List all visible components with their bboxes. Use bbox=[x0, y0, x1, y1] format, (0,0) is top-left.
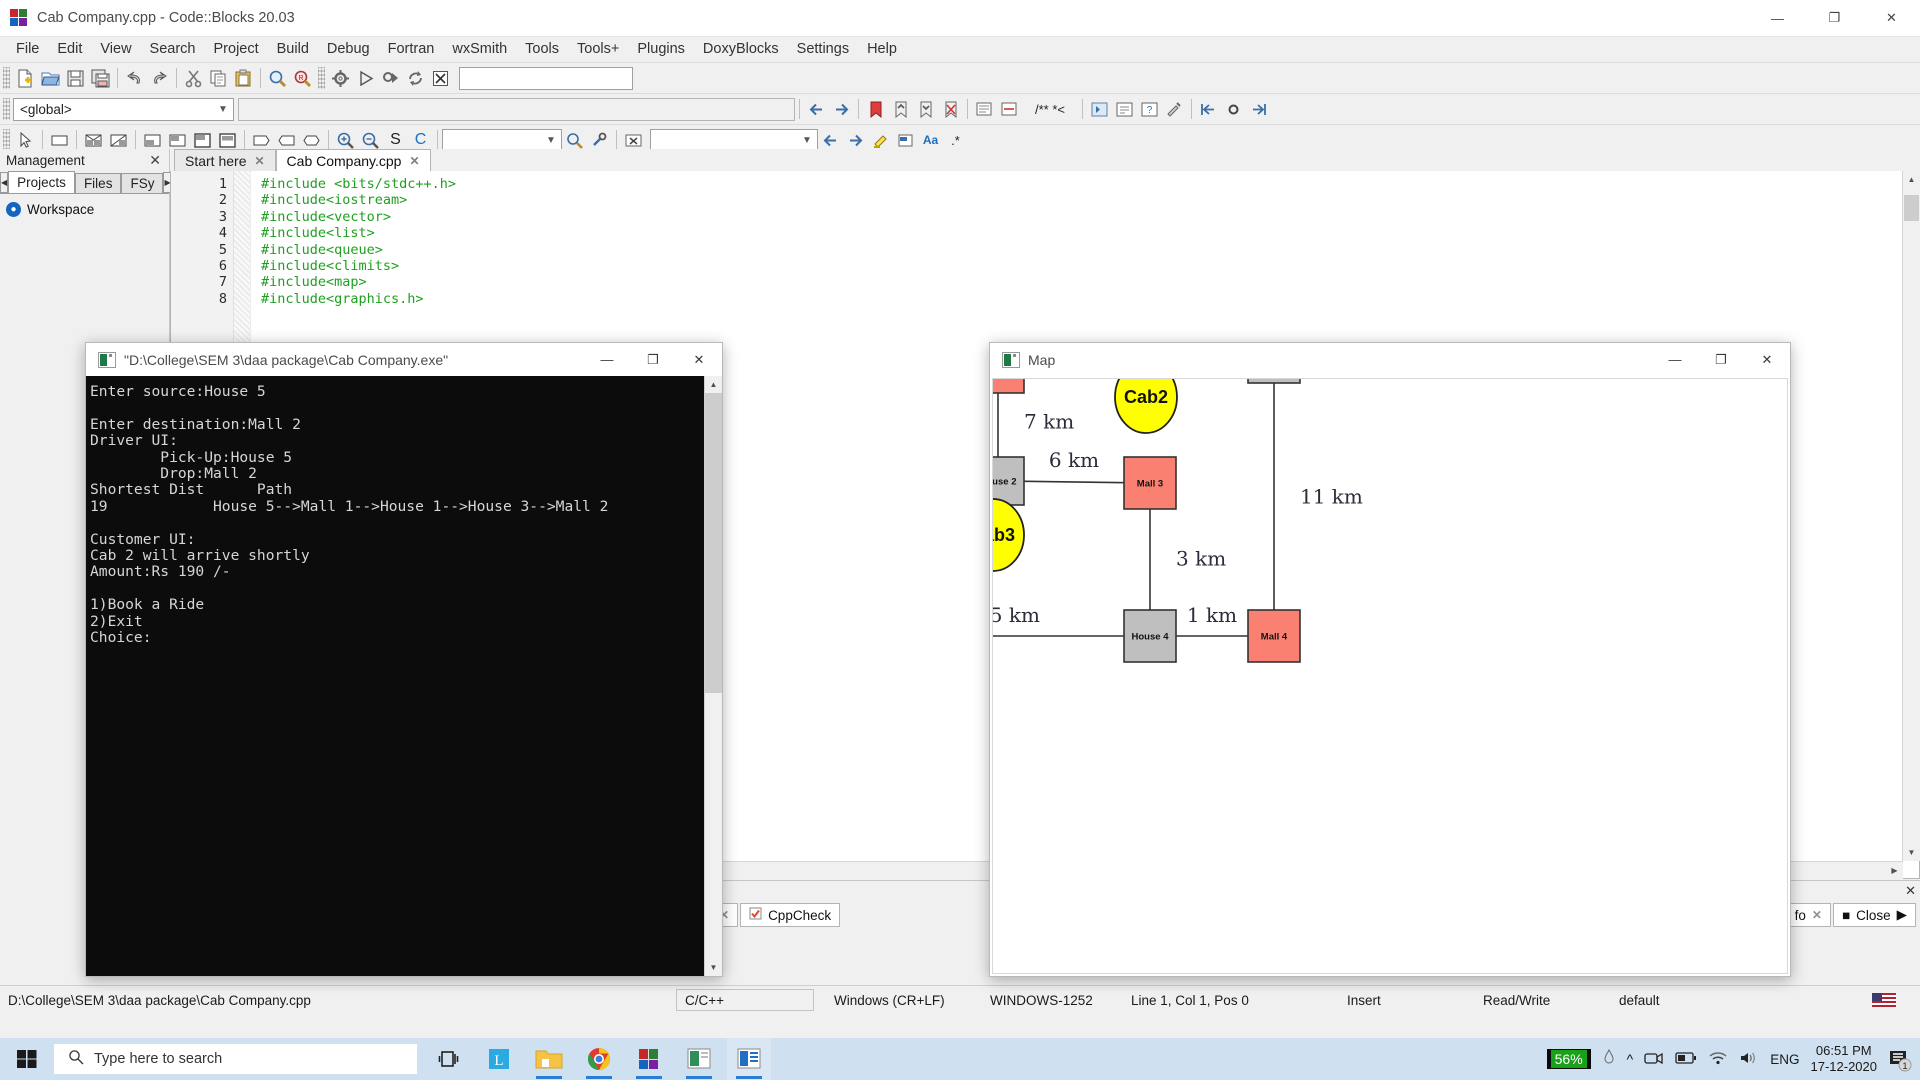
google-chrome-icon[interactable] bbox=[577, 1038, 621, 1080]
battery-percent-value: 56% bbox=[1550, 1050, 1587, 1068]
clock-date: 17-12-2020 bbox=[1810, 1059, 1878, 1074]
codeblocks-icon[interactable] bbox=[627, 1038, 671, 1080]
camera-icon[interactable] bbox=[1644, 1050, 1664, 1069]
clock[interactable]: 06:51 PM 17-12-2020 bbox=[1811, 1043, 1878, 1075]
map-window-icon[interactable] bbox=[727, 1038, 771, 1080]
file-explorer-icon[interactable] bbox=[527, 1038, 571, 1080]
search-icon bbox=[68, 1049, 84, 1069]
windows-taskbar-layer: Type here to search L 56% ^ ENG 06:51 PM… bbox=[0, 0, 1920, 1080]
battery-percent-badge[interactable]: 56% bbox=[1546, 1049, 1591, 1069]
volume-icon[interactable] bbox=[1739, 1050, 1759, 1069]
taskbar-buttons: L bbox=[427, 1038, 771, 1080]
notification-count: 1 bbox=[1902, 1061, 1907, 1071]
windows-start-icon bbox=[17, 1050, 37, 1068]
lightshot-icon[interactable]: L bbox=[477, 1038, 521, 1080]
language-indicator[interactable]: ENG bbox=[1770, 1052, 1799, 1067]
clock-time: 06:51 PM bbox=[1815, 1043, 1872, 1058]
battery-icon[interactable] bbox=[1675, 1051, 1697, 1068]
task-view-icon[interactable] bbox=[427, 1038, 471, 1080]
console-window-icon[interactable] bbox=[677, 1038, 721, 1080]
system-tray: 56% ^ ENG 06:51 PM 17-12-2020 1 bbox=[1546, 1043, 1920, 1075]
windows-taskbar: Type here to search L 56% ^ ENG 06:51 PM… bbox=[0, 1038, 1920, 1080]
wifi-icon[interactable] bbox=[1708, 1050, 1728, 1069]
notifications-button[interactable]: 1 bbox=[1888, 1048, 1912, 1072]
start-button[interactable] bbox=[0, 1038, 54, 1080]
show-hidden-icons-button[interactable]: ^ bbox=[1627, 1051, 1634, 1067]
svg-text:L: L bbox=[494, 1053, 503, 1069]
search-input[interactable]: Type here to search bbox=[94, 1051, 222, 1067]
pen-icon[interactable] bbox=[1602, 1048, 1616, 1070]
search-box[interactable]: Type here to search bbox=[54, 1044, 417, 1074]
